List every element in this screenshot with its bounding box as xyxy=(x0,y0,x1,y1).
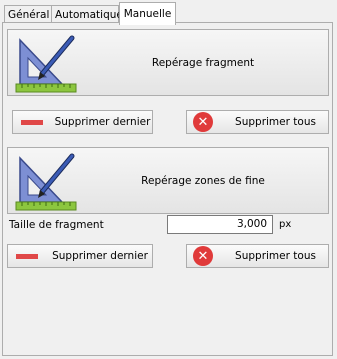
fragment-size-unit: px xyxy=(279,219,292,230)
delete-last-label-1: Supprimer dernier xyxy=(54,116,151,128)
delete-all-button-2[interactable]: ✕ Supprimer tous xyxy=(186,244,329,268)
delete-last-button-1[interactable]: Supprimer dernier xyxy=(12,110,153,134)
fragment-size-label: Taille de fragment xyxy=(9,219,104,231)
tab-manuelle[interactable]: Manuelle xyxy=(119,2,176,25)
minus-icon xyxy=(16,253,38,259)
fragment-size-input[interactable]: 3,000 xyxy=(167,215,273,234)
delete-all-button-1[interactable]: ✕ Supprimer tous xyxy=(186,110,329,134)
fine-zones-marking-button[interactable]: Repérage zones de fine xyxy=(7,147,329,214)
delete-all-label-2: Supprimer tous xyxy=(235,250,316,262)
fragment-marking-label: Repérage fragment xyxy=(151,56,255,69)
x-circle-icon: ✕ xyxy=(193,112,213,132)
x-circle-icon: ✕ xyxy=(193,246,213,266)
delete-last-label-2: Supprimer dernier xyxy=(52,250,148,262)
ruler-triangle-pen-icon xyxy=(15,153,77,211)
delete-all-label-1: Supprimer tous xyxy=(235,116,316,128)
fragment-marking-button[interactable]: Repérage fragment xyxy=(7,29,329,96)
manual-panel: Repérage fragment Supprimer dernier ✕ Su… xyxy=(2,22,333,356)
ruler-triangle-pen-icon xyxy=(15,35,77,93)
minus-icon xyxy=(21,119,43,125)
fine-zones-marking-label: Repérage zones de fine xyxy=(141,174,265,187)
delete-last-button-2[interactable]: Supprimer dernier xyxy=(7,244,153,268)
